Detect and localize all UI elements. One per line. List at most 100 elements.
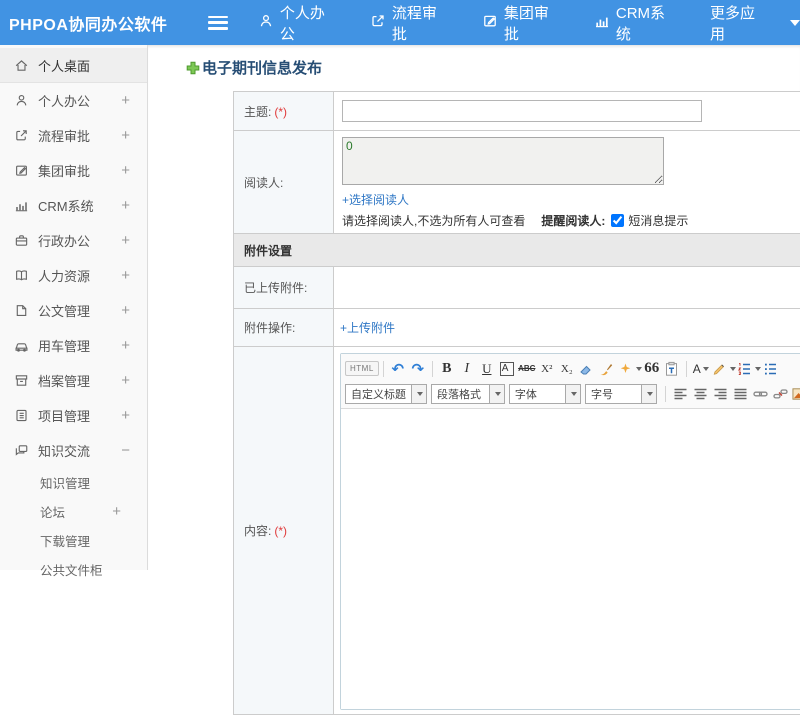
nav-label: 更多应用 xyxy=(710,2,770,44)
redo-icon[interactable]: ↷ xyxy=(408,359,428,379)
uploaded-attachments-value xyxy=(334,267,800,309)
link-icon[interactable] xyxy=(750,384,770,404)
edit-icon xyxy=(482,13,498,33)
sidebar-subitem-forum[interactable]: 论坛 + xyxy=(0,497,147,526)
expand-plus[interactable]: + xyxy=(121,302,130,319)
notebook-icon xyxy=(14,408,29,423)
readers-hint-text: 请选择阅读人,不选为所有人可查看 xyxy=(342,212,525,229)
page-title: 电子期刊信息发布 xyxy=(186,57,322,78)
attachment-section-row: 附件设置 xyxy=(234,234,800,267)
content-row: 内容:(*) HTML ↶ ↷ B I U xyxy=(234,347,800,715)
expand-plus[interactable]: + xyxy=(121,92,130,109)
flow-icon xyxy=(14,128,29,143)
blockquote-button[interactable]: 66 xyxy=(642,359,662,379)
briefcase-icon xyxy=(14,233,29,248)
underline-button[interactable]: U xyxy=(477,359,497,379)
sidebar-subitem-knowledge-mgmt[interactable]: 知识管理 xyxy=(0,468,147,497)
unlink-icon[interactable] xyxy=(770,384,790,404)
expand-plus[interactable]: + xyxy=(121,267,130,284)
subject-row: 主题:(*) xyxy=(234,92,800,131)
sidebar-item-personal-office[interactable]: 个人办公 + xyxy=(0,83,147,118)
unordered-list-icon[interactable] xyxy=(761,359,781,379)
expand-plus[interactable]: + xyxy=(121,337,130,354)
chart-icon xyxy=(594,13,610,33)
expand-plus[interactable]: + xyxy=(121,127,130,144)
sidebar-item-knowledge-exchange[interactable]: 知识交流 − xyxy=(0,433,147,468)
sidebar-item-admin-office[interactable]: 行政办公 + xyxy=(0,223,147,258)
nav-label: 集团审批 xyxy=(504,2,564,44)
expand-plus[interactable]: + xyxy=(121,407,130,424)
dropdown-arrow-icon xyxy=(571,392,577,396)
subscript-button[interactable]: X₂ xyxy=(557,359,577,379)
expand-plus[interactable]: + xyxy=(121,162,130,179)
hamburger-menu-icon[interactable] xyxy=(208,16,228,30)
autoformat-wand-icon[interactable] xyxy=(617,359,642,379)
expand-minus[interactable]: − xyxy=(121,442,130,459)
font-color-button[interactable]: A xyxy=(691,359,711,379)
highlight-pen-icon[interactable] xyxy=(711,359,736,379)
subject-input[interactable] xyxy=(342,100,702,122)
uploaded-attachments-label: 已上传附件: xyxy=(234,267,334,309)
nav-label: 个人办公 xyxy=(280,2,340,44)
sidebar: 个人桌面 个人办公 + 流程审批 + 集团审批 + CRM系统 + 行政办公 +… xyxy=(0,45,148,570)
custom-title-dropdown[interactable]: 自定义标题 xyxy=(345,384,427,404)
align-justify-icon[interactable] xyxy=(730,384,750,404)
bold-button[interactable]: B xyxy=(437,359,457,379)
readers-hint-line: 请选择阅读人,不选为所有人可查看 提醒阅读人: 短消息提示 xyxy=(342,212,800,229)
undo-icon[interactable]: ↶ xyxy=(388,359,408,379)
person-icon xyxy=(14,93,29,108)
nav-workflow-approval[interactable]: 流程审批 xyxy=(370,2,452,44)
italic-button[interactable]: I xyxy=(457,359,477,379)
sidebar-item-personal-desktop[interactable]: 个人桌面 xyxy=(0,48,147,83)
font-size-dropdown[interactable]: 字号 xyxy=(585,384,657,404)
caret-down-icon[interactable] xyxy=(790,20,800,26)
nav-label: CRM系统 xyxy=(616,2,680,44)
eraser-icon[interactable] xyxy=(577,359,597,379)
editor-content-area[interactable] xyxy=(341,409,800,709)
sidebar-item-group-approval[interactable]: 集团审批 + xyxy=(0,153,147,188)
sidebar-subitem-download-mgmt[interactable]: 下载管理 xyxy=(0,526,147,555)
main-content: 电子期刊信息发布 主题:(*) 阅读人: 0 +选择阅读人 请选择阅读人,不选为… xyxy=(148,45,800,570)
sidebar-item-project-mgmt[interactable]: 项目管理 + xyxy=(0,398,147,433)
sidebar-item-crm[interactable]: CRM系统 + xyxy=(0,188,147,223)
nav-group-approval[interactable]: 集团审批 xyxy=(482,2,564,44)
rich-text-editor: HTML ↶ ↷ B I U A ABC X² X₂ xyxy=(340,353,800,710)
nav-more-apps[interactable]: 更多应用 xyxy=(710,2,770,44)
expand-plus[interactable]: + xyxy=(121,232,130,249)
font-family-dropdown[interactable]: 字体 xyxy=(509,384,581,404)
align-center-icon[interactable] xyxy=(690,384,710,404)
upload-attachment-link[interactable]: +上传附件 xyxy=(340,319,395,336)
insert-image-icon[interactable] xyxy=(790,384,800,404)
ordered-list-icon[interactable] xyxy=(736,359,761,379)
sms-remind-checkbox[interactable] xyxy=(611,214,624,227)
attachment-operation-label: 附件操作: xyxy=(234,309,334,347)
expand-plus[interactable]: + xyxy=(121,372,130,389)
car-icon xyxy=(14,338,29,353)
paragraph-format-dropdown[interactable]: 段落格式 xyxy=(431,384,505,404)
format-brush-icon[interactable] xyxy=(597,359,617,379)
sidebar-item-document-mgmt[interactable]: 公文管理 + xyxy=(0,293,147,328)
sidebar-item-workflow-approval[interactable]: 流程审批 + xyxy=(0,118,147,153)
superscript-button[interactable]: X² xyxy=(537,359,557,379)
select-readers-link[interactable]: +选择阅读人 xyxy=(342,191,409,208)
green-plus-icon xyxy=(186,61,200,75)
person-icon xyxy=(258,13,274,33)
expand-plus[interactable]: + xyxy=(112,503,121,520)
font-border-button[interactable]: A xyxy=(497,359,517,379)
align-left-icon[interactable] xyxy=(670,384,690,404)
sidebar-item-archive-mgmt[interactable]: 档案管理 + xyxy=(0,363,147,398)
readers-row: 阅读人: 0 +选择阅读人 请选择阅读人,不选为所有人可查看 提醒阅读人: 短消… xyxy=(234,131,800,234)
chart-icon xyxy=(14,198,29,213)
chat-icon xyxy=(14,443,29,458)
archive-icon xyxy=(14,373,29,388)
strikethrough-button[interactable]: ABC xyxy=(517,359,537,379)
sidebar-item-vehicle-mgmt[interactable]: 用车管理 + xyxy=(0,328,147,363)
sidebar-item-hr[interactable]: 人力资源 + xyxy=(0,258,147,293)
html-source-button[interactable]: HTML xyxy=(345,361,379,376)
nav-personal-office[interactable]: 个人办公 xyxy=(258,2,340,44)
readers-textarea[interactable]: 0 xyxy=(342,137,664,185)
nav-crm-system[interactable]: CRM系统 xyxy=(594,2,680,44)
align-right-icon[interactable] xyxy=(710,384,730,404)
expand-plus[interactable]: + xyxy=(121,197,130,214)
paste-text-icon[interactable] xyxy=(662,359,682,379)
